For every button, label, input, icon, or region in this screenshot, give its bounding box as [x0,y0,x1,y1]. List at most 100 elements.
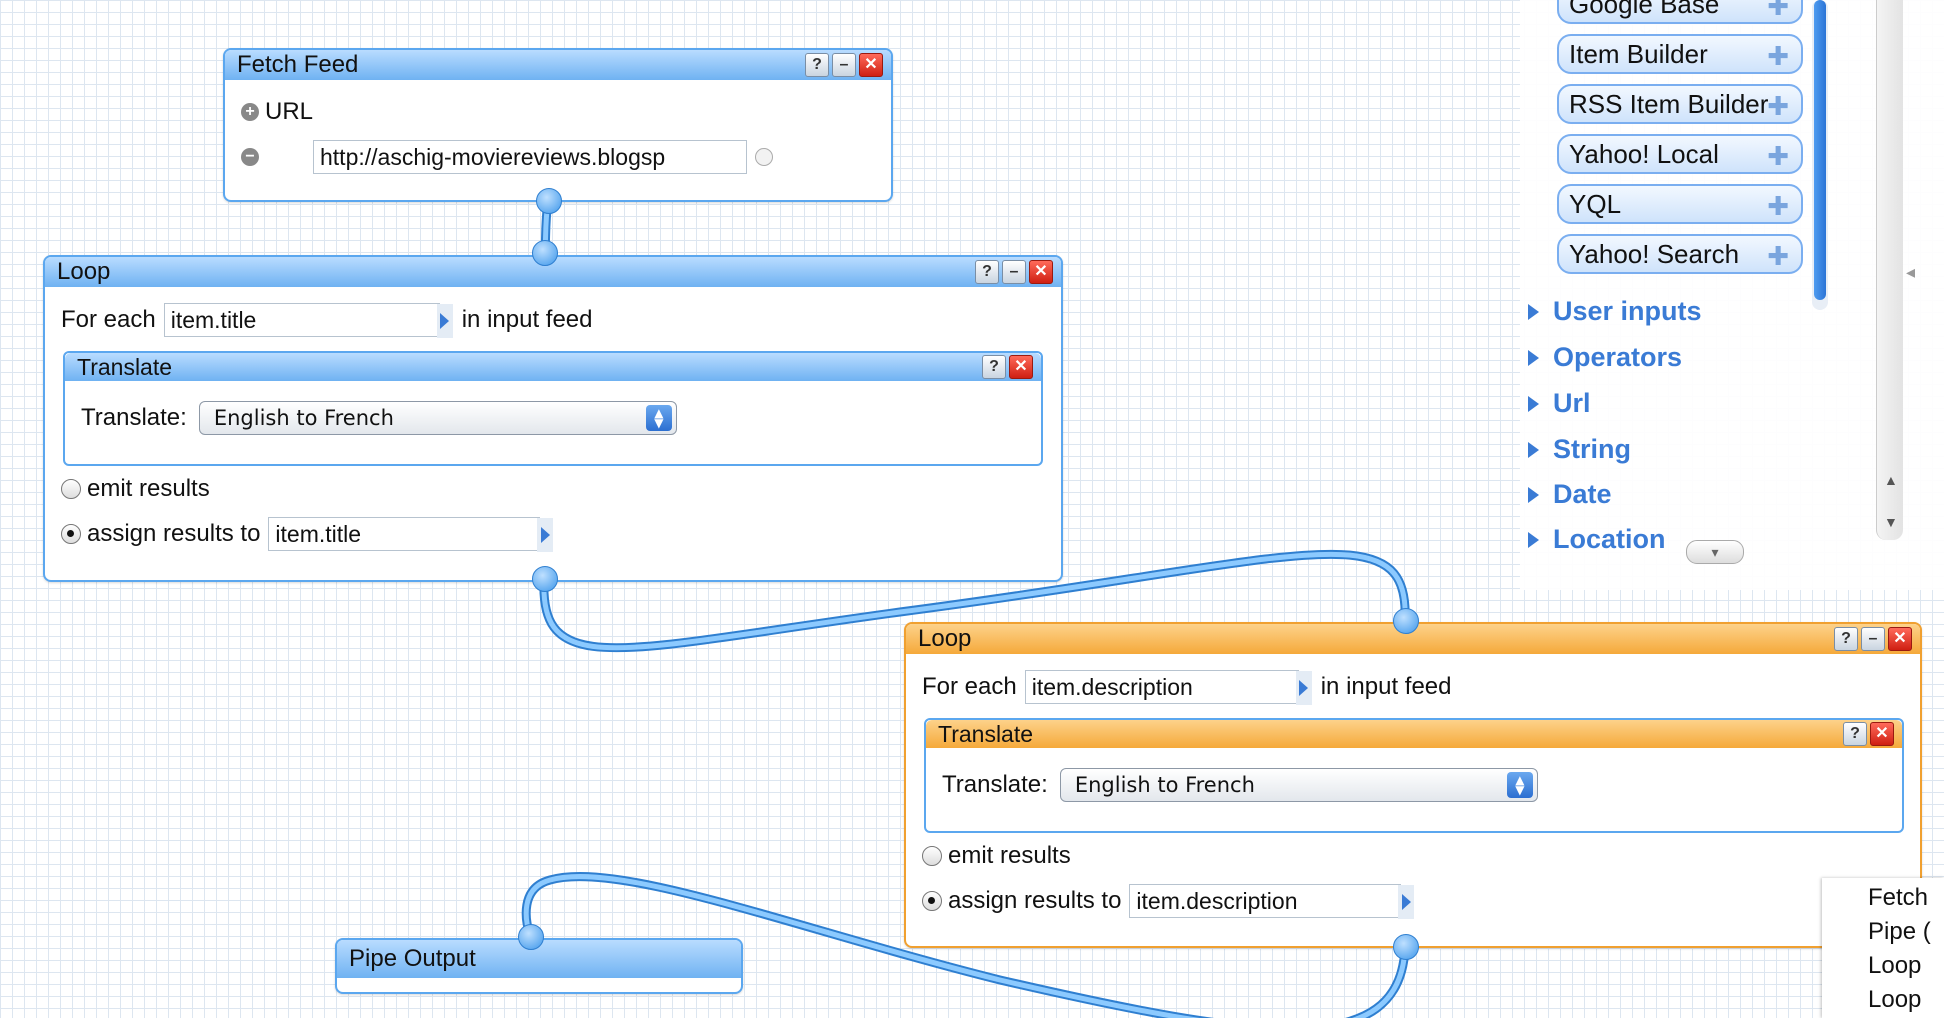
loop1-output-terminal[interactable] [532,566,558,592]
field-picker-arrow-icon[interactable] [436,304,453,338]
library-item-yql[interactable]: YQL ✚ [1557,184,1803,224]
library-item-yahoo-local[interactable]: Yahoo! Local ✚ [1557,134,1803,174]
fetch-feed-titlebar[interactable]: Fetch Feed ? – ✕ [225,50,891,80]
translate-row: Translate: English to French ▲ ▼ [81,401,677,435]
category-string[interactable]: String [1528,434,1631,465]
library-item-label: Yahoo! Local [1569,138,1719,169]
fetch-feed-output-terminal[interactable] [536,188,562,214]
translate-label: Translate: [942,771,1048,798]
assign-results-radio[interactable] [61,524,81,544]
fetch-feed-title: Fetch Feed [237,51,359,78]
loop1-title: Loop [57,258,111,285]
loop1-module[interactable]: Loop ? – ✕ For each item.title in input … [43,255,1063,582]
loop2-assign-field-input[interactable]: item.description [1129,884,1415,919]
close-button[interactable]: ✕ [1870,722,1894,746]
emit-results-radio[interactable] [61,479,81,499]
category-user-inputs[interactable]: User inputs [1528,296,1702,327]
emit-results-radio[interactable] [922,846,942,866]
add-plus-icon[interactable]: ✚ [1767,143,1789,169]
emit-results-row[interactable]: emit results [922,842,1071,870]
add-plus-icon[interactable]: ✚ [1767,43,1789,69]
loop1-field-input[interactable]: item.title [163,303,453,338]
minimize-button[interactable]: – [1861,627,1885,651]
loop2-translate-module[interactable]: Translate ? ✕ Translate: English to Fren… [924,718,1904,833]
category-url[interactable]: Url [1528,388,1591,419]
emit-results-label: emit results [87,475,210,502]
translate-language-value: English to French [1074,773,1255,797]
scroll-up-icon[interactable]: ▲ [1884,472,1898,488]
assign-results-radio[interactable] [922,891,942,911]
category-operators[interactable]: Operators [1528,342,1682,373]
translate-row: Translate: English to French ▲ ▼ [942,768,1538,802]
overlay-item[interactable]: Fetch [1868,884,1928,912]
add-plus-icon[interactable]: ✚ [1767,243,1789,269]
collapse-handle-icon[interactable]: ◂ [1906,262,1915,283]
scroll-down-icon[interactable]: ▼ [1884,514,1898,530]
help-button[interactable]: ? [805,53,829,77]
close-button[interactable]: ✕ [1029,260,1053,284]
help-button[interactable]: ? [1834,627,1858,651]
category-location[interactable]: Location [1528,524,1666,555]
library-item-rss-item-builder[interactable]: RSS Item Builder ✚ [1557,84,1803,124]
loop1-for-each-row: For each item.title in input feed [61,303,593,338]
translate-language-select[interactable]: English to French ▲ ▼ [1059,768,1538,802]
add-plus-icon[interactable]: ✚ [1767,93,1789,119]
field-picker-arrow-icon[interactable] [1398,885,1415,919]
loop2-field-input[interactable]: item.description [1024,670,1312,705]
translate-titlebar[interactable]: Translate ? ✕ [926,720,1902,748]
loop1-assign-field-input[interactable]: item.title [268,517,554,552]
url-terminal-icon[interactable] [755,148,773,166]
loop2-output-terminal[interactable] [1393,934,1419,960]
close-button[interactable]: ✕ [1888,627,1912,651]
close-button[interactable]: ✕ [859,53,883,77]
overlay-item[interactable]: Loop [1868,952,1921,980]
select-stepper-icon: ▲ ▼ [1506,772,1533,798]
remove-minus-icon[interactable]: − [241,148,259,166]
translate-titlebar[interactable]: Translate ? ✕ [65,353,1041,381]
add-plus-icon[interactable]: ✚ [1767,0,1789,19]
help-button[interactable]: ? [982,355,1006,379]
field-picker-arrow-icon[interactable] [537,518,554,552]
category-label: String [1553,434,1631,464]
close-button[interactable]: ✕ [1009,355,1033,379]
loop2-input-terminal[interactable] [1393,608,1419,634]
field-picker-arrow-icon[interactable] [1295,671,1312,705]
expand-plus-icon[interactable]: + [241,103,259,121]
minimize-button[interactable]: – [1002,260,1026,284]
category-date[interactable]: Date [1528,479,1612,510]
url-input[interactable]: http://aschig-moviereviews.blogsp [313,140,747,174]
url-row: + URL [241,98,313,126]
loop1-translate-module[interactable]: Translate ? ✕ Translate: English to Fren… [63,351,1043,466]
translate-title: Translate [938,720,1034,747]
library-item-google-base[interactable]: Google Base ✚ [1557,0,1803,24]
overlay-item[interactable]: Pipe ( [1868,918,1931,946]
emit-results-row[interactable]: emit results [61,475,210,503]
library-item-item-builder[interactable]: Item Builder ✚ [1557,34,1803,74]
url-input-row: − http://aschig-moviereviews.blogsp [241,140,773,174]
help-button[interactable]: ? [975,260,999,284]
loop2-title: Loop [918,625,972,652]
library-list-scrollbar[interactable] [1812,0,1828,310]
translate-language-select[interactable]: English to French ▲ ▼ [198,401,677,435]
library-list-scroll-thumb[interactable] [1814,0,1826,300]
category-label: Date [1553,479,1612,509]
overlay-item[interactable]: Loop [1868,986,1921,1014]
category-label: Operators [1553,342,1683,372]
library-item-yahoo-search[interactable]: Yahoo! Search ✚ [1557,234,1803,274]
help-button[interactable]: ? [1843,722,1867,746]
pipe-output-input-terminal[interactable] [518,924,544,950]
add-plus-icon[interactable]: ✚ [1767,193,1789,219]
library-item-label: Yahoo! Search [1569,238,1740,269]
assign-results-row[interactable]: assign results to item.description [922,884,1415,919]
loop2-module[interactable]: Loop ? – ✕ For each item.description in … [904,622,1922,948]
pipe-output-title: Pipe Output [349,945,476,972]
translate-language-value: English to French [213,406,394,430]
loop1-input-terminal[interactable] [532,240,558,266]
minimize-button[interactable]: – [832,53,856,77]
fetch-feed-module[interactable]: Fetch Feed ? – ✕ + URL − http://aschig-m… [223,48,893,202]
library-panel-scrollbar[interactable]: ▲ ▼ [1876,0,1903,540]
scroll-more-icon[interactable]: ▾ [1686,540,1744,564]
assign-results-row[interactable]: assign results to item.title [61,517,554,552]
emit-results-label: emit results [948,842,1071,869]
for-each-label: For each [61,306,156,333]
